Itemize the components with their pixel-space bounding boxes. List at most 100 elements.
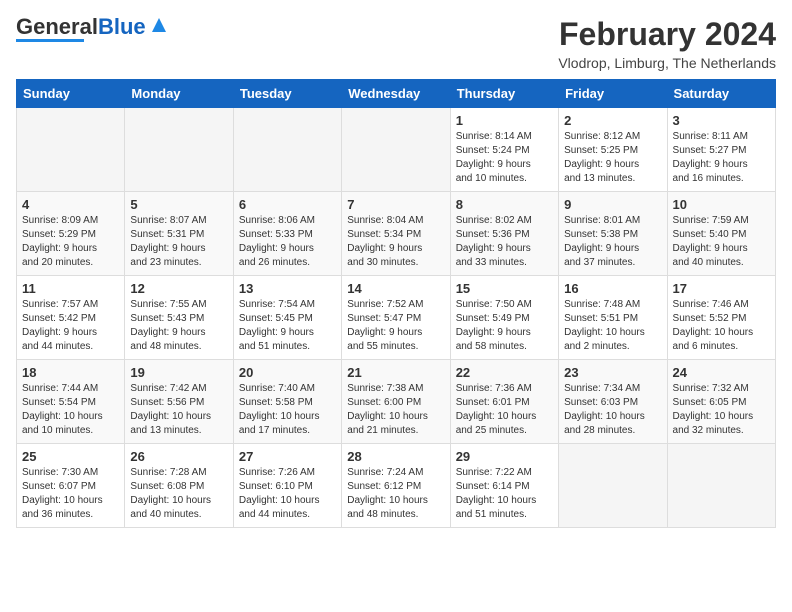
calendar-week-row: 25 Sunrise: 7:30 AM Sunset: 6:07 PM Dayli… (17, 444, 776, 528)
calendar-cell: 20 Sunrise: 7:40 AM Sunset: 5:58 PM Dayli… (233, 360, 341, 444)
day-info: Sunrise: 7:54 AM Sunset: 5:45 PM Dayligh… (239, 298, 336, 354)
calendar-cell: 27Sunrise: 7:26 AM Sunset: 6:10 PM Dayli… (233, 444, 341, 528)
day-info: Sunrise: 7:57 AM Sunset: 5:42 PM Dayligh… (22, 298, 119, 354)
calendar-cell: 14 Sunrise: 7:52 AM Sunset: 5:47 PM Dayli… (342, 276, 450, 360)
day-number: 4 (22, 197, 119, 212)
calendar-cell: 16 Sunrise: 7:48 AM Sunset: 5:51 PM Dayli… (559, 276, 667, 360)
calendar-cell: 18 Sunrise: 7:44 AM Sunset: 5:54 PM Dayli… (17, 360, 125, 444)
calendar-cell: 8 Sunrise: 8:02 AM Sunset: 5:36 PM Daylig… (450, 192, 558, 276)
calendar-cell: 23 Sunrise: 7:34 AM Sunset: 6:03 PM Dayli… (559, 360, 667, 444)
calendar-cell: 13 Sunrise: 7:54 AM Sunset: 5:45 PM Dayli… (233, 276, 341, 360)
calendar-cell: 19 Sunrise: 7:42 AM Sunset: 5:56 PM Dayli… (125, 360, 233, 444)
day-number: 11 (22, 281, 119, 296)
day-info: Sunrise: 7:59 AM Sunset: 5:40 PM Dayligh… (673, 214, 770, 270)
calendar-cell: 22Sunrise: 7:36 AM Sunset: 6:01 PM Dayli… (450, 360, 558, 444)
logo-bar (16, 39, 84, 42)
page-header: GeneralBlue February 2024 Vlodrop, Limbu… (16, 16, 776, 71)
calendar-cell: 9Sunrise: 8:01 AM Sunset: 5:38 PM Daylig… (559, 192, 667, 276)
day-number: 13 (239, 281, 336, 296)
day-info: Sunrise: 8:12 AM Sunset: 5:25 PM Dayligh… (564, 130, 661, 186)
calendar-cell: 17 Sunrise: 7:46 AM Sunset: 5:52 PM Dayli… (667, 276, 775, 360)
calendar-cell: 11 Sunrise: 7:57 AM Sunset: 5:42 PM Dayli… (17, 276, 125, 360)
day-number: 3 (673, 113, 770, 128)
logo: GeneralBlue (16, 16, 170, 42)
day-number: 12 (130, 281, 227, 296)
day-info: Sunrise: 8:04 AM Sunset: 5:34 PM Dayligh… (347, 214, 444, 270)
day-of-week-header: Friday (559, 80, 667, 108)
day-info: Sunrise: 7:36 AM Sunset: 6:01 PM Dayligh… (456, 382, 553, 438)
calendar-cell: 1Sunrise: 8:14 AM Sunset: 5:24 PM Daylig… (450, 108, 558, 192)
day-of-week-header: Thursday (450, 80, 558, 108)
day-number: 26 (130, 449, 227, 464)
day-info: Sunrise: 8:01 AM Sunset: 5:38 PM Dayligh… (564, 214, 661, 270)
day-number: 18 (22, 365, 119, 380)
logo-arrow-icon (148, 14, 170, 36)
day-info: Sunrise: 8:09 AM Sunset: 5:29 PM Dayligh… (22, 214, 119, 270)
calendar-cell: 15 Sunrise: 7:50 AM Sunset: 5:49 PM Dayli… (450, 276, 558, 360)
day-info: Sunrise: 7:30 AM Sunset: 6:07 PM Dayligh… (22, 466, 119, 522)
calendar-cell: 29 Sunrise: 7:22 AM Sunset: 6:14 PM Dayli… (450, 444, 558, 528)
day-info: Sunrise: 7:46 AM Sunset: 5:52 PM Dayligh… (673, 298, 770, 354)
calendar-table: SundayMondayTuesdayWednesdayThursdayFrid… (16, 79, 776, 528)
day-of-week-header: Sunday (17, 80, 125, 108)
calendar-cell: 12Sunrise: 7:55 AM Sunset: 5:43 PM Dayli… (125, 276, 233, 360)
calendar-cell (342, 108, 450, 192)
day-info: Sunrise: 8:02 AM Sunset: 5:36 PM Dayligh… (456, 214, 553, 270)
calendar-cell (125, 108, 233, 192)
day-number: 29 (456, 449, 553, 464)
day-info: Sunrise: 8:06 AM Sunset: 5:33 PM Dayligh… (239, 214, 336, 270)
day-number: 14 (347, 281, 444, 296)
day-number: 2 (564, 113, 661, 128)
day-of-week-header: Wednesday (342, 80, 450, 108)
day-info: Sunrise: 7:34 AM Sunset: 6:03 PM Dayligh… (564, 382, 661, 438)
month-year: February 2024 (558, 16, 776, 53)
day-info: Sunrise: 7:48 AM Sunset: 5:51 PM Dayligh… (564, 298, 661, 354)
logo-text: GeneralBlue (16, 16, 146, 38)
calendar-header-row: SundayMondayTuesdayWednesdayThursdayFrid… (17, 80, 776, 108)
day-info: Sunrise: 8:07 AM Sunset: 5:31 PM Dayligh… (130, 214, 227, 270)
day-info: Sunrise: 7:28 AM Sunset: 6:08 PM Dayligh… (130, 466, 227, 522)
day-info: Sunrise: 7:32 AM Sunset: 6:05 PM Dayligh… (673, 382, 770, 438)
calendar-cell (17, 108, 125, 192)
calendar-cell: 4 Sunrise: 8:09 AM Sunset: 5:29 PM Daylig… (17, 192, 125, 276)
title-block: February 2024 Vlodrop, Limburg, The Neth… (558, 16, 776, 71)
day-of-week-header: Tuesday (233, 80, 341, 108)
day-number: 23 (564, 365, 661, 380)
day-info: Sunrise: 7:22 AM Sunset: 6:14 PM Dayligh… (456, 466, 553, 522)
calendar-cell: 24 Sunrise: 7:32 AM Sunset: 6:05 PM Dayli… (667, 360, 775, 444)
day-number: 15 (456, 281, 553, 296)
calendar-cell: 21Sunrise: 7:38 AM Sunset: 6:00 PM Dayli… (342, 360, 450, 444)
calendar-week-row: 18 Sunrise: 7:44 AM Sunset: 5:54 PM Dayli… (17, 360, 776, 444)
day-info: Sunrise: 7:24 AM Sunset: 6:12 PM Dayligh… (347, 466, 444, 522)
calendar-week-row: 11 Sunrise: 7:57 AM Sunset: 5:42 PM Dayli… (17, 276, 776, 360)
day-number: 17 (673, 281, 770, 296)
day-number: 24 (673, 365, 770, 380)
day-number: 28 (347, 449, 444, 464)
day-number: 25 (22, 449, 119, 464)
day-number: 10 (673, 197, 770, 212)
day-info: Sunrise: 7:52 AM Sunset: 5:47 PM Dayligh… (347, 298, 444, 354)
day-number: 6 (239, 197, 336, 212)
day-number: 16 (564, 281, 661, 296)
day-info: Sunrise: 7:40 AM Sunset: 5:58 PM Dayligh… (239, 382, 336, 438)
calendar-cell: 25 Sunrise: 7:30 AM Sunset: 6:07 PM Dayli… (17, 444, 125, 528)
day-number: 20 (239, 365, 336, 380)
day-info: Sunrise: 7:42 AM Sunset: 5:56 PM Dayligh… (130, 382, 227, 438)
day-number: 5 (130, 197, 227, 212)
calendar-cell: 3Sunrise: 8:11 AM Sunset: 5:27 PM Daylig… (667, 108, 775, 192)
calendar-cell: 26 Sunrise: 7:28 AM Sunset: 6:08 PM Dayli… (125, 444, 233, 528)
day-info: Sunrise: 7:26 AM Sunset: 6:10 PM Dayligh… (239, 466, 336, 522)
day-info: Sunrise: 7:38 AM Sunset: 6:00 PM Dayligh… (347, 382, 444, 438)
calendar-cell: 10 Sunrise: 7:59 AM Sunset: 5:40 PM Dayli… (667, 192, 775, 276)
day-number: 19 (130, 365, 227, 380)
day-number: 7 (347, 197, 444, 212)
calendar-cell (559, 444, 667, 528)
day-info: Sunrise: 7:44 AM Sunset: 5:54 PM Dayligh… (22, 382, 119, 438)
calendar-cell: 28 Sunrise: 7:24 AM Sunset: 6:12 PM Dayli… (342, 444, 450, 528)
day-number: 8 (456, 197, 553, 212)
calendar-week-row: 4 Sunrise: 8:09 AM Sunset: 5:29 PM Daylig… (17, 192, 776, 276)
day-of-week-header: Monday (125, 80, 233, 108)
calendar-week-row: 1Sunrise: 8:14 AM Sunset: 5:24 PM Daylig… (17, 108, 776, 192)
calendar-cell (667, 444, 775, 528)
day-info: Sunrise: 7:50 AM Sunset: 5:49 PM Dayligh… (456, 298, 553, 354)
